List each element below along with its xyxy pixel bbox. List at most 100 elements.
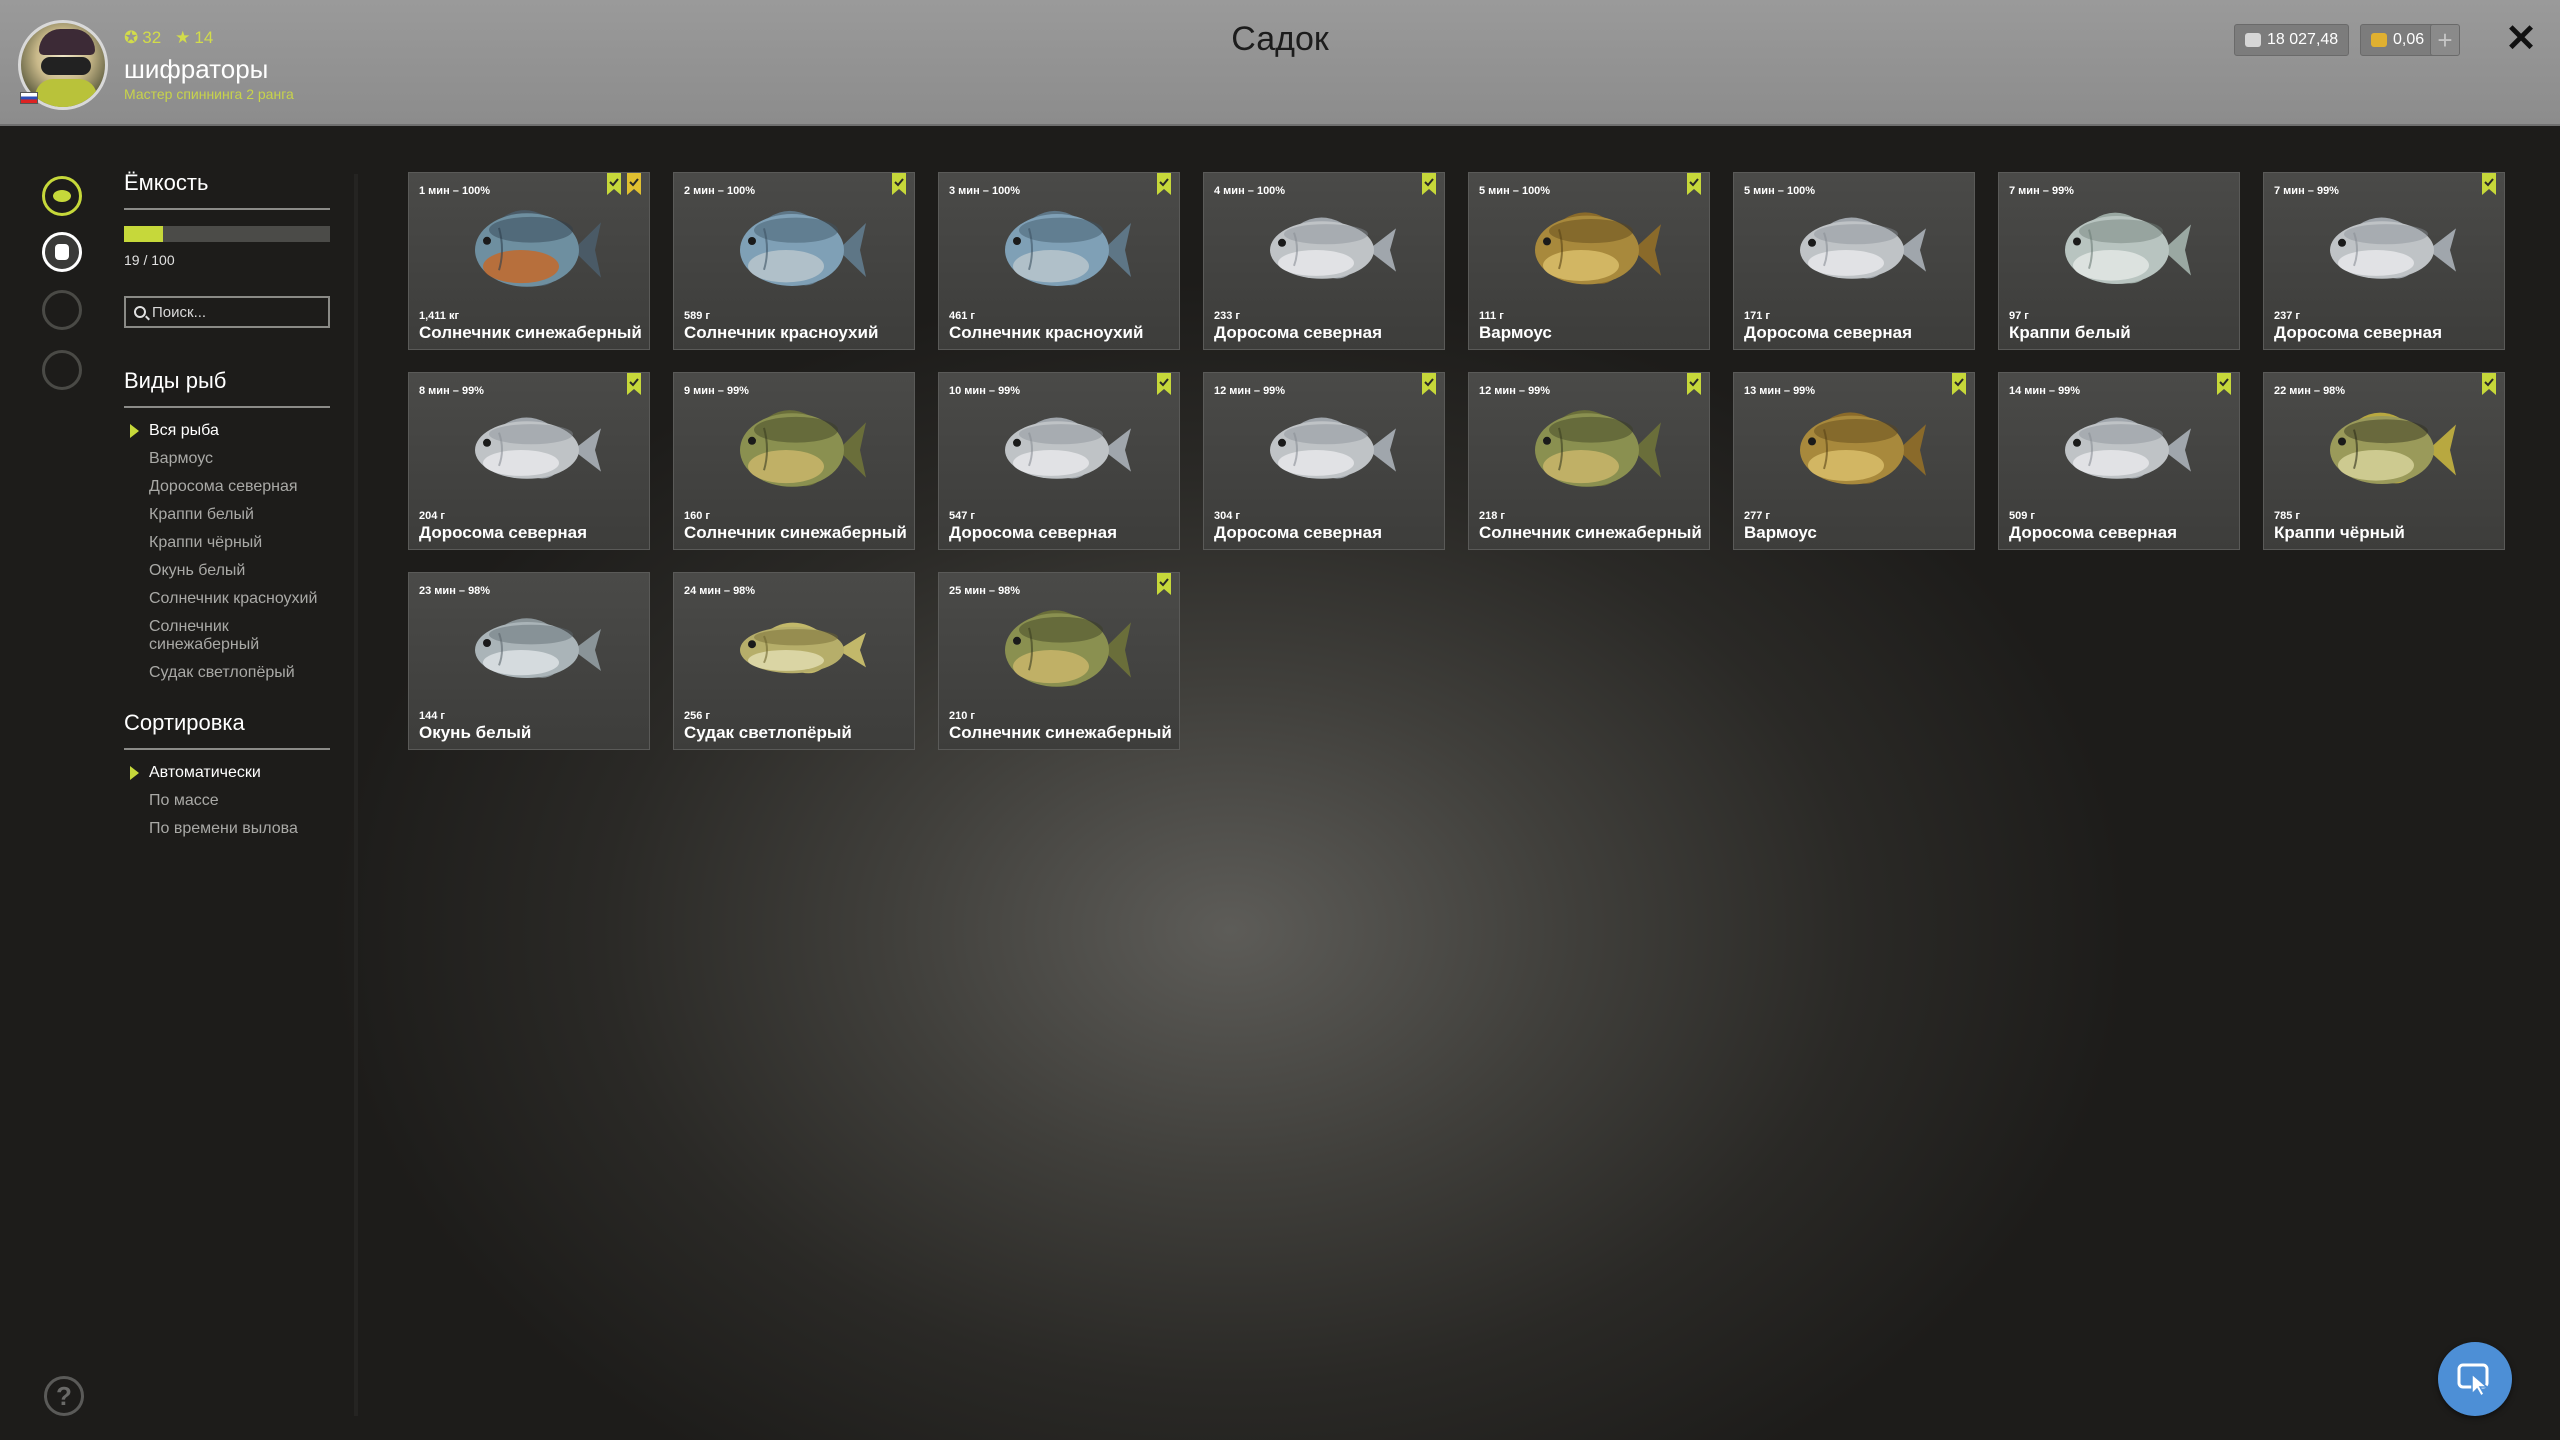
- fish-name: Солнечник синежаберный: [684, 523, 907, 542]
- fish-image: [2065, 212, 2191, 284]
- fish-card[interactable]: 25 мин – 98% 210 г Солнечник синежаберный: [938, 572, 1180, 750]
- fish-weight: 160 г: [684, 510, 710, 522]
- fish-name: Солнечник синежаберный: [419, 323, 642, 342]
- fish-name: Судак светлопёрый: [684, 723, 852, 742]
- fish-name: Доросома северная: [419, 523, 588, 542]
- bookmark-icon[interactable]: [1687, 173, 1701, 195]
- capacity-title: Ёмкость: [124, 170, 330, 210]
- bonfire-icon[interactable]: [42, 290, 82, 330]
- species-filter-item[interactable]: Вармоус: [124, 450, 330, 468]
- fish-card[interactable]: 5 мин – 100% 171 г Доросома северная: [1733, 172, 1975, 350]
- bookmark-icon[interactable]: [607, 173, 621, 195]
- fish-card[interactable]: 4 мин – 100% 233 г Доросома северная: [1203, 172, 1445, 350]
- sort-option-item[interactable]: Автоматически: [124, 764, 330, 782]
- close-button[interactable]: ✕: [2502, 18, 2540, 60]
- species-filter-item[interactable]: Вся рыба: [124, 422, 330, 440]
- fish-image: [740, 410, 866, 487]
- fish-weight: 304 г: [1214, 510, 1240, 522]
- fish-name: Доросома северная: [1214, 523, 1383, 542]
- bookmark-icon[interactable]: [1687, 373, 1701, 395]
- fish-weight: 171 г: [1744, 310, 1770, 322]
- bookmark-icon[interactable]: [2217, 373, 2231, 395]
- fish-card[interactable]: 23 мин – 98% 144 г Окунь белый: [408, 572, 650, 750]
- help-icon[interactable]: ?: [44, 1376, 84, 1416]
- fish-image: [740, 210, 866, 286]
- fish-name: Солнечник красноухий: [684, 323, 879, 342]
- fish-name: Вармоус: [1744, 523, 1817, 542]
- fish-image: [2065, 417, 2191, 479]
- page-title: Садок: [1231, 20, 1329, 58]
- capacity-text: 19 / 100: [124, 252, 175, 268]
- fish-card[interactable]: 12 мин – 99% 304 г Доросома северная: [1203, 372, 1445, 550]
- fish-image: [1270, 417, 1396, 479]
- species-filter-item[interactable]: Солнечник синежаберный: [124, 618, 330, 654]
- house-icon[interactable]: [42, 350, 82, 390]
- search-input[interactable]: [152, 303, 312, 321]
- fish-card[interactable]: 10 мин – 99% 547 г Доросома северная: [938, 372, 1180, 550]
- bookmark-icon[interactable]: [2482, 173, 2496, 195]
- capacity-fill: [124, 226, 164, 242]
- fish-name: Окунь белый: [419, 723, 532, 742]
- sidebar-divider: [354, 174, 358, 1416]
- species-filter-item[interactable]: Солнечник красноухий: [124, 590, 330, 608]
- gold-coin-icon: [2371, 33, 2387, 47]
- fish-card[interactable]: 24 мин – 98% 256 г Судак светлопёрый: [673, 572, 915, 750]
- fish-card[interactable]: 3 мин – 100% 461 г Солнечник красноухий: [938, 172, 1180, 350]
- fish-weight: 256 г: [684, 710, 710, 722]
- fish-image: [1800, 217, 1926, 279]
- add-currency-button[interactable]: +: [2430, 24, 2460, 56]
- bookmark-icon[interactable]: [1157, 173, 1171, 195]
- bookmark-icon[interactable]: [1422, 373, 1436, 395]
- tackle-bag-icon[interactable]: [42, 232, 82, 272]
- fish-image: [740, 622, 866, 674]
- fish-image: [1535, 212, 1661, 285]
- species-list: Вся рыба Вармоус Доросома северная Краппи б…: [124, 422, 330, 682]
- fish-card[interactable]: 5 мин – 100% 111 г Вармоус: [1468, 172, 1710, 350]
- bookmark-icon[interactable]: [1157, 573, 1171, 595]
- player-rank: Мастер спиннинга 2 ранга: [124, 86, 294, 102]
- fish-card[interactable]: 14 мин – 99% 509 г Доросома северная: [1998, 372, 2240, 550]
- fish-card[interactable]: 7 мин – 99% 237 г Доросома северная: [2263, 172, 2505, 350]
- fish-weight: 547 г: [949, 510, 975, 522]
- species-filter-item[interactable]: Краппи чёрный: [124, 534, 330, 552]
- fish-image: [2330, 217, 2456, 279]
- keepnet-fish-icon[interactable]: [42, 176, 82, 216]
- fish-weight: 237 г: [2274, 310, 2300, 322]
- sort-title: Сортировка: [124, 710, 330, 750]
- fish-card[interactable]: 7 мин – 99% 97 г Краппи белый: [1998, 172, 2240, 350]
- fish-card[interactable]: 8 мин – 99% 204 г Доросома северная: [408, 372, 650, 550]
- bookmark-icon[interactable]: [1952, 373, 1966, 395]
- fish-image: [1005, 417, 1131, 479]
- bookmark-icon[interactable]: [627, 373, 641, 395]
- chat-button[interactable]: [2438, 1342, 2512, 1416]
- fish-name: Солнечник красноухий: [949, 323, 1144, 342]
- species-filter-item[interactable]: Окунь белый: [124, 562, 330, 580]
- fish-name: Солнечник синежаберный: [1479, 523, 1702, 542]
- bookmark-icon[interactable]: [1157, 373, 1171, 395]
- fish-card[interactable]: 2 мин – 100% 589 г Солнечник красноухий: [673, 172, 915, 350]
- species-filter-item[interactable]: Краппи белый: [124, 506, 330, 524]
- species-filter-item[interactable]: Доросома северная: [124, 478, 330, 496]
- sort-option-item[interactable]: По массе: [124, 792, 330, 810]
- fish-card[interactable]: 13 мин – 99% 277 г Вармоус: [1733, 372, 1975, 550]
- bookmark-icon[interactable]: [892, 173, 906, 195]
- fish-name: Краппи чёрный: [2274, 523, 2405, 542]
- fish-weight: 218 г: [1479, 510, 1505, 522]
- top-bar: ✪ 32 ★ 14 шифраторы Мастер спиннинга 2 ран…: [0, 0, 2560, 126]
- fish-image: [1005, 210, 1131, 286]
- fish-weight: 144 г: [419, 710, 445, 722]
- species-filter-item[interactable]: Судак светлопёрый: [124, 664, 330, 682]
- fish-name: Доросома северная: [1214, 323, 1383, 342]
- sort-option-item[interactable]: По времени вылова: [124, 820, 330, 838]
- fish-image: [1005, 610, 1131, 687]
- fish-card[interactable]: 22 мин – 98% 785 г Краппи чёрный: [2263, 372, 2505, 550]
- fish-card[interactable]: 9 мин – 99% 160 г Солнечник синежаберный: [673, 372, 915, 550]
- fish-card[interactable]: 1 мин – 100% 1,411 кг Солнечник синежаберн…: [408, 172, 650, 350]
- fish-weight: 1,411 кг: [419, 310, 460, 322]
- bookmark-icon[interactable]: [627, 173, 641, 195]
- bookmark-icon[interactable]: [1422, 173, 1436, 195]
- fish-card[interactable]: 12 мин – 99% 218 г Солнечник синежаберный: [1468, 372, 1710, 550]
- bookmark-icon[interactable]: [2482, 373, 2496, 395]
- fish-image: [1270, 217, 1396, 279]
- search-box[interactable]: [124, 296, 330, 328]
